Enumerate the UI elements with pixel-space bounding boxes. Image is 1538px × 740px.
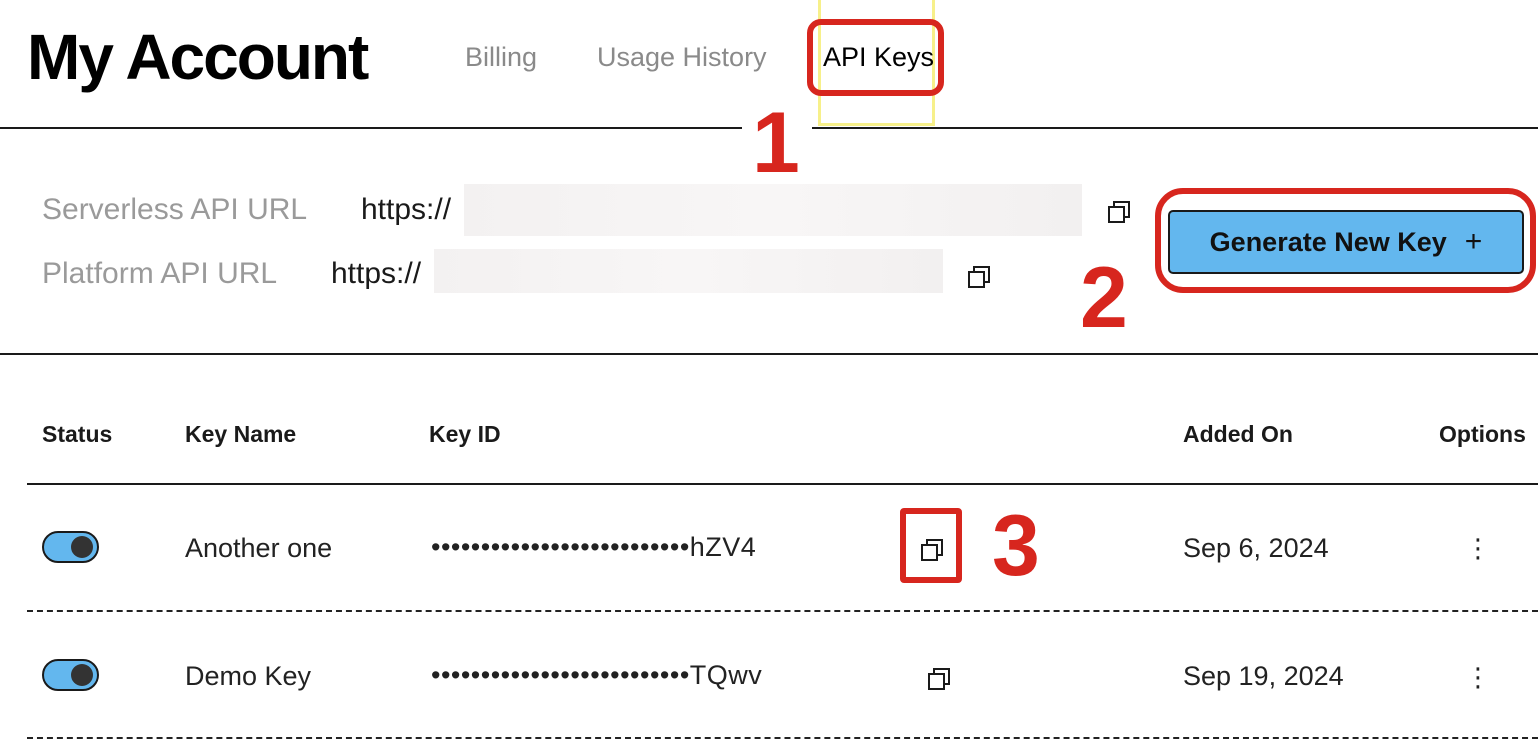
platform-url-redacted bbox=[434, 249, 943, 293]
column-header-added-on: Added On bbox=[1183, 421, 1293, 447]
serverless-url-label: Serverless API URL bbox=[42, 193, 308, 226]
section-divider bbox=[0, 353, 1538, 355]
header-divider-right bbox=[812, 127, 1538, 129]
column-header-status: Status bbox=[42, 421, 113, 447]
annotation-number-3: 3 bbox=[992, 498, 1040, 594]
platform-url-label: Platform API URL bbox=[42, 257, 278, 290]
annotation-number-2: 2 bbox=[1080, 250, 1128, 346]
added-on: Sep 6, 2024 bbox=[1183, 533, 1329, 563]
key-name: Demo Key bbox=[185, 661, 312, 691]
annotation-box-tab bbox=[807, 19, 944, 96]
table-header-divider bbox=[27, 483, 1538, 485]
platform-url-value: https:// bbox=[331, 257, 422, 290]
column-header-options: Options bbox=[1439, 421, 1526, 447]
page-title: My Account bbox=[27, 21, 369, 93]
options-menu-icon[interactable]: ⋮ bbox=[1465, 664, 1491, 690]
row-divider bbox=[27, 610, 1538, 612]
row-divider bbox=[27, 737, 1538, 739]
serverless-url-value: https:// bbox=[361, 193, 452, 226]
annotation-box-copy bbox=[900, 508, 962, 583]
copy-icon[interactable] bbox=[966, 264, 990, 288]
key-id: ••••••••••••••••••••••••••hZV4 bbox=[431, 532, 757, 562]
options-menu-icon[interactable]: ⋮ bbox=[1465, 535, 1491, 561]
key-name: Another one bbox=[185, 533, 333, 563]
tab-usage-history[interactable]: Usage History bbox=[597, 41, 767, 73]
copy-icon[interactable] bbox=[1106, 199, 1130, 223]
key-id: ••••••••••••••••••••••••••TQwv bbox=[431, 660, 763, 690]
column-header-key-name: Key Name bbox=[185, 421, 297, 447]
column-header-key-id: Key ID bbox=[429, 421, 501, 447]
annotation-box-button bbox=[1155, 188, 1536, 293]
status-toggle[interactable] bbox=[42, 659, 99, 691]
added-on: Sep 19, 2024 bbox=[1183, 661, 1344, 691]
header-divider-left bbox=[0, 127, 742, 129]
tab-billing[interactable]: Billing bbox=[465, 41, 537, 73]
annotation-number-1: 1 bbox=[752, 95, 800, 191]
status-toggle[interactable] bbox=[42, 531, 99, 563]
copy-icon[interactable] bbox=[926, 666, 950, 690]
serverless-url-redacted bbox=[464, 184, 1082, 236]
